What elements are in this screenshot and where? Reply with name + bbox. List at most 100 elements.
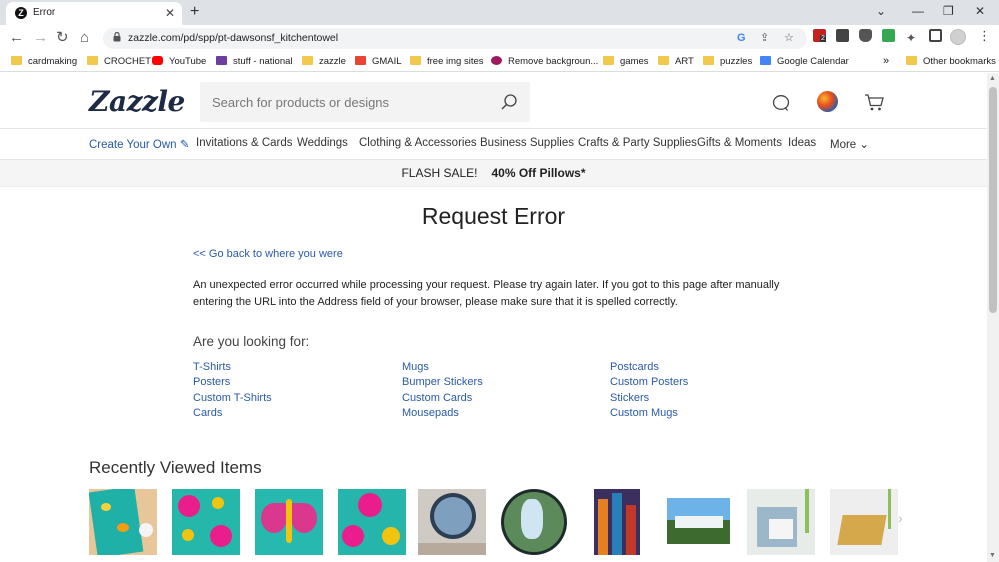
- bookmark-item[interactable]: cardmaking: [11, 55, 77, 68]
- folder-icon: [603, 56, 614, 65]
- scrollbar-thumb[interactable]: [989, 87, 997, 313]
- waterfall-photo-thumbnail[interactable]: [667, 498, 730, 544]
- bookmark-label: Remove backgroun...: [508, 56, 599, 67]
- zazzle-favicon-icon: Z: [15, 7, 27, 19]
- card-mockup-thumbnail[interactable]: [747, 489, 815, 555]
- bookmark-item[interactable]: CROCHET: [87, 55, 151, 68]
- bookmark-label: CROCHET: [104, 56, 151, 67]
- bookmark-item[interactable]: games: [603, 55, 649, 68]
- chat-bubble-icon[interactable]: [772, 94, 790, 112]
- bookmark-item[interactable]: free img sites: [410, 55, 484, 68]
- page-content: Zazzle Create Your Own ✎ Invitations & C…: [0, 73, 987, 562]
- search-icon[interactable]: [500, 93, 518, 111]
- promo-text: FLASH SALE!: [401, 166, 478, 180]
- reload-icon[interactable]: ↻: [56, 30, 69, 46]
- close-tab-icon[interactable]: ✕: [165, 5, 175, 21]
- close-window-icon[interactable]: ✕: [975, 3, 985, 19]
- nav-clothing-accessories[interactable]: Clothing & Accessories: [359, 137, 477, 149]
- other-bookmarks-label: Other bookmarks: [923, 56, 996, 67]
- omnibox[interactable]: zazzle.com/pd/spp/pt-dawsonsf_kitchentow…: [103, 28, 807, 49]
- cart-icon[interactable]: [864, 93, 884, 112]
- city-poster-thumbnail[interactable]: [594, 489, 640, 555]
- share-icon[interactable]: ⇪: [760, 31, 769, 45]
- nav-weddings[interactable]: Weddings: [297, 137, 348, 149]
- category-nav: Create Your Own ✎ Invitations & Cards We…: [0, 128, 987, 160]
- nav-crafts-party-supplies[interactable]: Crafts & Party Supplies: [578, 137, 697, 149]
- search-input[interactable]: [200, 82, 490, 122]
- back-arrow-icon[interactable]: ←: [9, 30, 24, 46]
- google-translate-icon[interactable]: G: [737, 31, 746, 45]
- bookmark-item[interactable]: ART: [658, 55, 694, 68]
- new-tab-icon[interactable]: +: [190, 3, 199, 21]
- bookmarks-bar: cardmaking CROCHET YouTube stuff - natio…: [0, 52, 999, 72]
- s-icon: [216, 56, 227, 65]
- suggestion-link[interactable]: Cards: [193, 406, 272, 421]
- suggestion-link[interactable]: Custom Posters: [610, 375, 688, 390]
- nav-more[interactable]: More ⌄: [830, 137, 869, 151]
- forward-arrow-icon[interactable]: →: [33, 30, 48, 46]
- nav-invitations-cards[interactable]: Invitations & Cards: [196, 137, 293, 149]
- nav-business-supplies[interactable]: Business Supplies: [480, 137, 574, 149]
- suggestion-link[interactable]: Posters: [193, 375, 272, 390]
- promo-offer: 40% Off Pillows*: [491, 166, 586, 180]
- bookmarks-overflow-icon[interactable]: »: [883, 55, 889, 68]
- suggestion-link[interactable]: T-Shirts: [193, 360, 272, 375]
- browser-tab[interactable]: Z Error ✕: [6, 2, 182, 25]
- remove-bg-icon: [491, 56, 502, 65]
- suggestion-link[interactable]: Mugs: [402, 360, 483, 375]
- suggestion-column: Mugs Bumper Stickers Custom Cards Mousep…: [402, 360, 483, 421]
- nav-gifts-moments[interactable]: Gifts & Moments: [697, 137, 782, 149]
- puzzle-extensions-icon[interactable]: ✦: [906, 31, 916, 45]
- scroll-up-icon[interactable]: ▲: [989, 75, 996, 83]
- folder-icon: [410, 56, 421, 65]
- other-bookmarks[interactable]: Other bookmarks: [906, 55, 996, 68]
- carousel-next-icon[interactable]: ›: [898, 510, 903, 526]
- suggestion-link[interactable]: Stickers: [610, 391, 688, 406]
- nav-ideas[interactable]: Ideas: [788, 137, 816, 149]
- calendar-icon: [760, 56, 771, 65]
- suggestion-link[interactable]: Bumper Stickers: [402, 375, 483, 390]
- scroll-down-icon[interactable]: ▼: [989, 552, 996, 560]
- bookmark-item[interactable]: zazzle: [302, 55, 346, 68]
- bookmark-item[interactable]: Google Calendar: [760, 55, 849, 68]
- bookmark-star-icon[interactable]: ☆: [784, 31, 794, 45]
- suggestion-link[interactable]: Mousepads: [402, 406, 483, 421]
- profile-avatar-icon[interactable]: [950, 29, 966, 45]
- side-panel-icon[interactable]: [929, 29, 942, 42]
- account-avatar-icon[interactable]: [817, 91, 838, 112]
- promo-banner[interactable]: FLASH SALE! 40% Off Pillows*: [0, 160, 987, 187]
- waterfall-clock-thumbnail[interactable]: [501, 489, 569, 555]
- browser-menu-icon[interactable]: ⋮: [978, 29, 991, 43]
- butterfly-pattern-thumbnail[interactable]: [255, 489, 323, 555]
- go-back-link[interactable]: << Go back to where you were: [193, 248, 343, 260]
- page-title: Request Error: [421, 203, 566, 229]
- clock-thumbnail[interactable]: [418, 489, 486, 555]
- folder-icon: [703, 56, 714, 65]
- nav-create-your-own[interactable]: Create Your Own ✎: [89, 137, 189, 151]
- bookmark-label: stuff - national: [233, 56, 293, 67]
- home-icon[interactable]: ⌂: [80, 30, 89, 46]
- bookmark-item[interactable]: stuff - national: [216, 55, 293, 68]
- tools-extension-icon[interactable]: [836, 29, 849, 42]
- bookmark-item[interactable]: GMAIL: [355, 55, 402, 68]
- suggestion-link[interactable]: Custom T-Shirts: [193, 391, 272, 406]
- zazzle-logo[interactable]: Zazzle: [89, 85, 185, 118]
- restore-icon[interactable]: ❐: [943, 3, 954, 19]
- floral-pattern-thumbnail[interactable]: [338, 489, 406, 555]
- suggestion-link[interactable]: Postcards: [610, 360, 688, 375]
- pink-floral-pattern-thumbnail[interactable]: [172, 489, 240, 555]
- bookmark-label: GMAIL: [372, 56, 402, 67]
- suggestion-link[interactable]: Custom Cards: [402, 391, 483, 406]
- suggestion-link[interactable]: Custom Mugs: [610, 406, 688, 421]
- kitchen-towel-thumbnail[interactable]: [89, 489, 157, 555]
- green-extension-icon[interactable]: [882, 29, 895, 42]
- page-scrollbar[interactable]: ▲ ▼: [987, 73, 999, 562]
- bookmark-item[interactable]: YouTube: [152, 55, 206, 68]
- shield-extension-icon[interactable]: [859, 29, 872, 42]
- tab-search-icon[interactable]: ⌄: [876, 3, 886, 19]
- greeting-card-thumbnail[interactable]: [830, 489, 898, 555]
- youtube-icon: [152, 56, 163, 65]
- bookmark-item[interactable]: puzzles: [703, 55, 752, 68]
- minimize-icon[interactable]: —: [912, 3, 924, 19]
- bookmark-item[interactable]: Remove backgroun...: [491, 55, 598, 68]
